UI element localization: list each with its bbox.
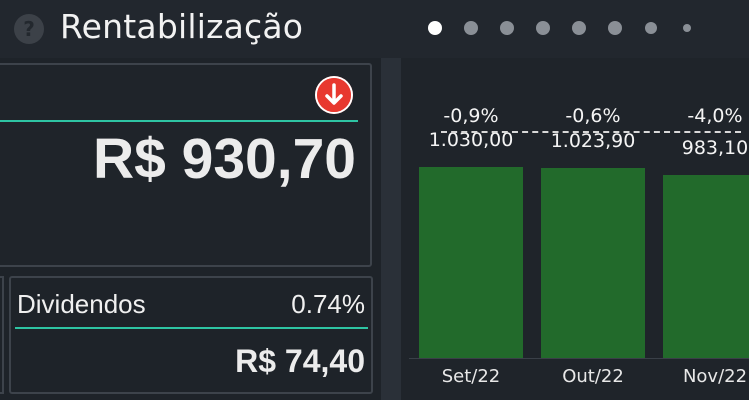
monthly-bar-chart: 1.030,00 -0,9% Set/22 1.023,90 -0,6% Out/22 98…	[401, 58, 749, 400]
bar-value-label: 983,10	[681, 137, 749, 160]
page-dot[interactable]	[536, 21, 550, 35]
page-dot[interactable]	[500, 21, 514, 35]
chart-bar[interactable]	[541, 167, 645, 358]
arrow-down-circle-icon	[315, 76, 353, 114]
header-bar: ? Rentabilização	[0, 0, 749, 58]
chart-bar[interactable]	[419, 166, 523, 358]
page-dot[interactable]	[683, 24, 691, 32]
dividends-label: Dividendos	[17, 289, 146, 319]
page-dot[interactable]	[464, 21, 478, 35]
x-tick-label: Out/22	[562, 366, 624, 387]
accent-line	[0, 120, 358, 122]
change-label: -0,6%	[565, 105, 621, 127]
page-dot[interactable]	[572, 21, 586, 35]
page-dot[interactable]	[645, 22, 657, 34]
change-label: -4,0%	[687, 105, 743, 127]
change-label: -0,9%	[443, 105, 499, 127]
chart-baseline	[409, 358, 749, 359]
card-fragment	[0, 276, 4, 394]
page-dot[interactable]	[428, 21, 442, 35]
dividends-percent: 0.74%	[291, 289, 365, 319]
chart-bar[interactable]	[663, 175, 749, 358]
page-title: Rentabilização	[60, 7, 304, 46]
x-tick-label: Set/22	[441, 366, 501, 387]
page-dot[interactable]	[608, 21, 622, 35]
dividends-value: R$ 74,40	[235, 343, 365, 379]
scroll-divider	[381, 58, 401, 400]
bar-value-label: 1.023,90	[550, 129, 636, 152]
x-tick-label: Nov/22	[682, 366, 748, 387]
accent-line	[15, 327, 368, 329]
question-circle-icon[interactable]: ?	[14, 14, 44, 44]
reference-dashed-line	[441, 131, 741, 133]
summary-value: R$ 930,70	[92, 127, 356, 191]
